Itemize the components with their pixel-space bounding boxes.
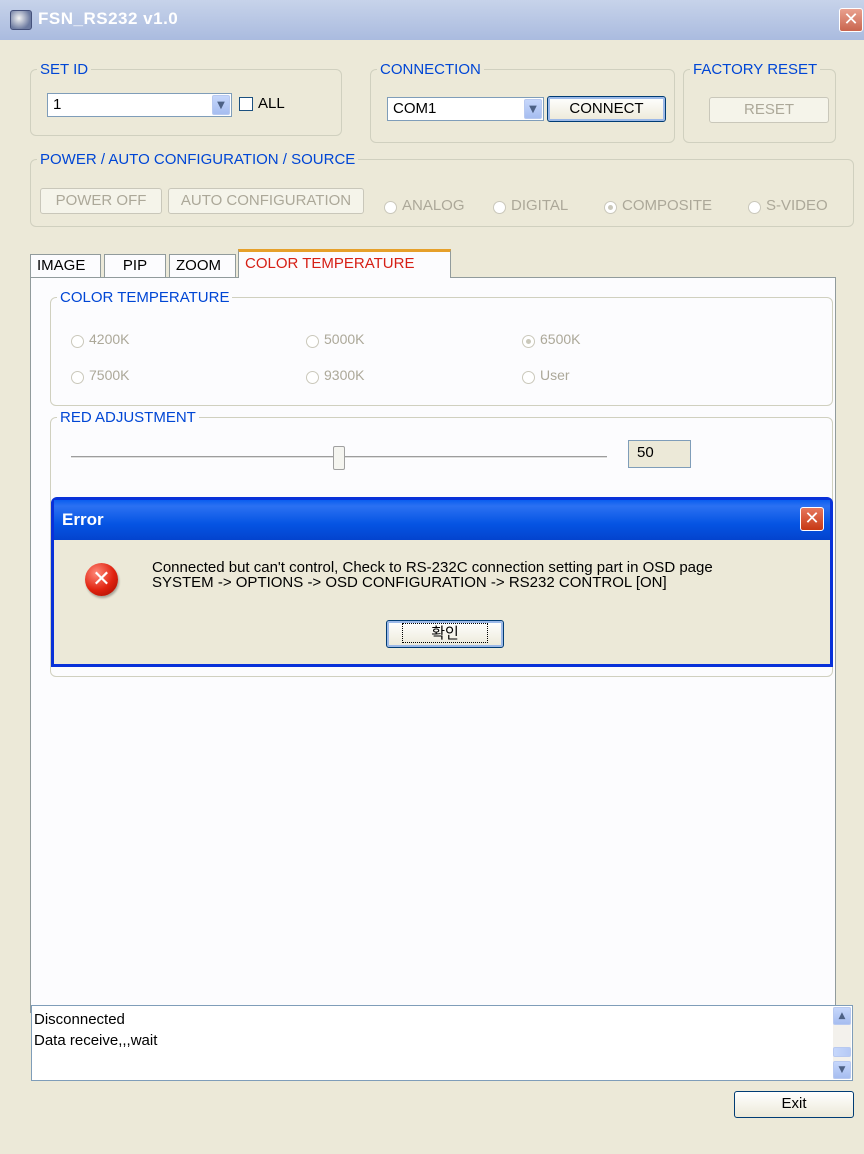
source-label-s-video: S-VIDEO: [766, 197, 828, 214]
scroll-down-icon[interactable]: ▼: [833, 1061, 851, 1079]
color-temp-radio-user[interactable]: [522, 371, 535, 384]
color-temp-label-4200k: 4200K: [89, 331, 130, 347]
source-radio-composite[interactable]: [604, 201, 617, 214]
tab-pip[interactable]: PIP: [104, 254, 166, 277]
title-bar[interactable]: FSN_RS232 v1.0 ✕: [0, 0, 864, 40]
set-id-legend: SET ID: [40, 61, 89, 78]
source-radio-analog[interactable]: [384, 201, 397, 214]
log-line: Disconnected: [34, 1011, 125, 1028]
error-dialog-title-bar[interactable]: Error ✕: [54, 500, 830, 540]
error-message-line-2: SYSTEM -> OPTIONS -> OSD CONFIGURATION -…: [152, 574, 667, 591]
source-radio-digital[interactable]: [493, 201, 506, 214]
com-port-combo[interactable]: COM1 ▼: [387, 97, 544, 121]
color-temp-label-user: User: [540, 367, 570, 383]
window-title: FSN_RS232 v1.0: [38, 9, 179, 28]
color-temp-label-7500k: 7500K: [89, 367, 130, 383]
connect-button[interactable]: CONNECT: [547, 96, 666, 122]
source-radio-s-video[interactable]: [748, 201, 761, 214]
error-message-line-1: Connected but can't control, Check to RS…: [152, 559, 713, 576]
status-log[interactable]: Disconnected Data receive,,,wait ▲ ▼: [31, 1005, 853, 1081]
set-id-value: 1: [53, 96, 62, 113]
power-off-button[interactable]: POWER OFF: [40, 188, 162, 214]
scroll-thumb[interactable]: [833, 1047, 851, 1057]
color-temp-radio-5000k[interactable]: [306, 335, 319, 348]
error-dialog: Error ✕ ✕ Connected but can't control, C…: [51, 497, 833, 667]
color-temperature-group: COLOR TEMPERATURE: [50, 289, 833, 406]
color-temp-radio-7500k[interactable]: [71, 371, 84, 384]
error-icon: ✕: [85, 563, 118, 596]
window-close-button[interactable]: ✕: [839, 8, 863, 32]
set-id-combo[interactable]: 1 ▼: [47, 93, 232, 117]
color-temp-radio-6500k[interactable]: [522, 335, 535, 348]
source-label-analog: ANALOG: [402, 197, 465, 214]
color-temperature-legend: COLOR TEMPERATURE: [60, 289, 230, 306]
red-value-box: 50: [628, 440, 691, 468]
auto-configuration-button[interactable]: AUTO CONFIGURATION: [168, 188, 364, 214]
log-scrollbar[interactable]: ▲ ▼: [833, 1007, 851, 1079]
ok-button[interactable]: 확인: [386, 620, 504, 648]
connection-legend: CONNECTION: [380, 61, 481, 78]
chevron-down-icon[interactable]: ▼: [212, 95, 230, 115]
all-checkbox[interactable]: [239, 97, 253, 111]
error-dialog-close-button[interactable]: ✕: [800, 507, 824, 531]
color-temp-label-9300k: 9300K: [324, 367, 365, 383]
power-legend: POWER / AUTO CONFIGURATION / SOURCE: [40, 151, 356, 168]
all-label: ALL: [258, 95, 285, 112]
app-window: FSN_RS232 v1.0 ✕ SET ID 1 ▼ ALL CONNECTI…: [0, 0, 864, 1154]
source-label-digital: DIGITAL: [511, 197, 569, 214]
red-slider-thumb[interactable]: [333, 446, 345, 470]
reset-button[interactable]: RESET: [709, 97, 829, 123]
color-temp-label-5000k: 5000K: [324, 331, 365, 347]
com-port-value: COM1: [393, 100, 437, 117]
tab-image[interactable]: IMAGE: [30, 254, 101, 277]
tab-zoom[interactable]: ZOOM: [169, 254, 236, 277]
scroll-up-icon[interactable]: ▲: [833, 1007, 851, 1025]
color-temp-radio-9300k[interactable]: [306, 371, 319, 384]
error-dialog-title: Error: [62, 510, 104, 529]
factory-reset-legend: FACTORY RESET: [693, 61, 818, 78]
ok-button-label: 확인: [402, 623, 488, 643]
log-line: Data receive,,,wait: [34, 1032, 158, 1049]
red-adjustment-legend: RED ADJUSTMENT: [60, 409, 196, 426]
tab-color-temperature[interactable]: COLOR TEMPERATURE: [238, 249, 451, 278]
color-temp-label-6500k: 6500K: [540, 331, 581, 347]
app-icon: [10, 10, 32, 30]
exit-button[interactable]: Exit: [734, 1091, 854, 1118]
source-label-composite: COMPOSITE: [622, 197, 713, 214]
color-temp-radio-4200k[interactable]: [71, 335, 84, 348]
chevron-down-icon[interactable]: ▼: [524, 99, 542, 119]
